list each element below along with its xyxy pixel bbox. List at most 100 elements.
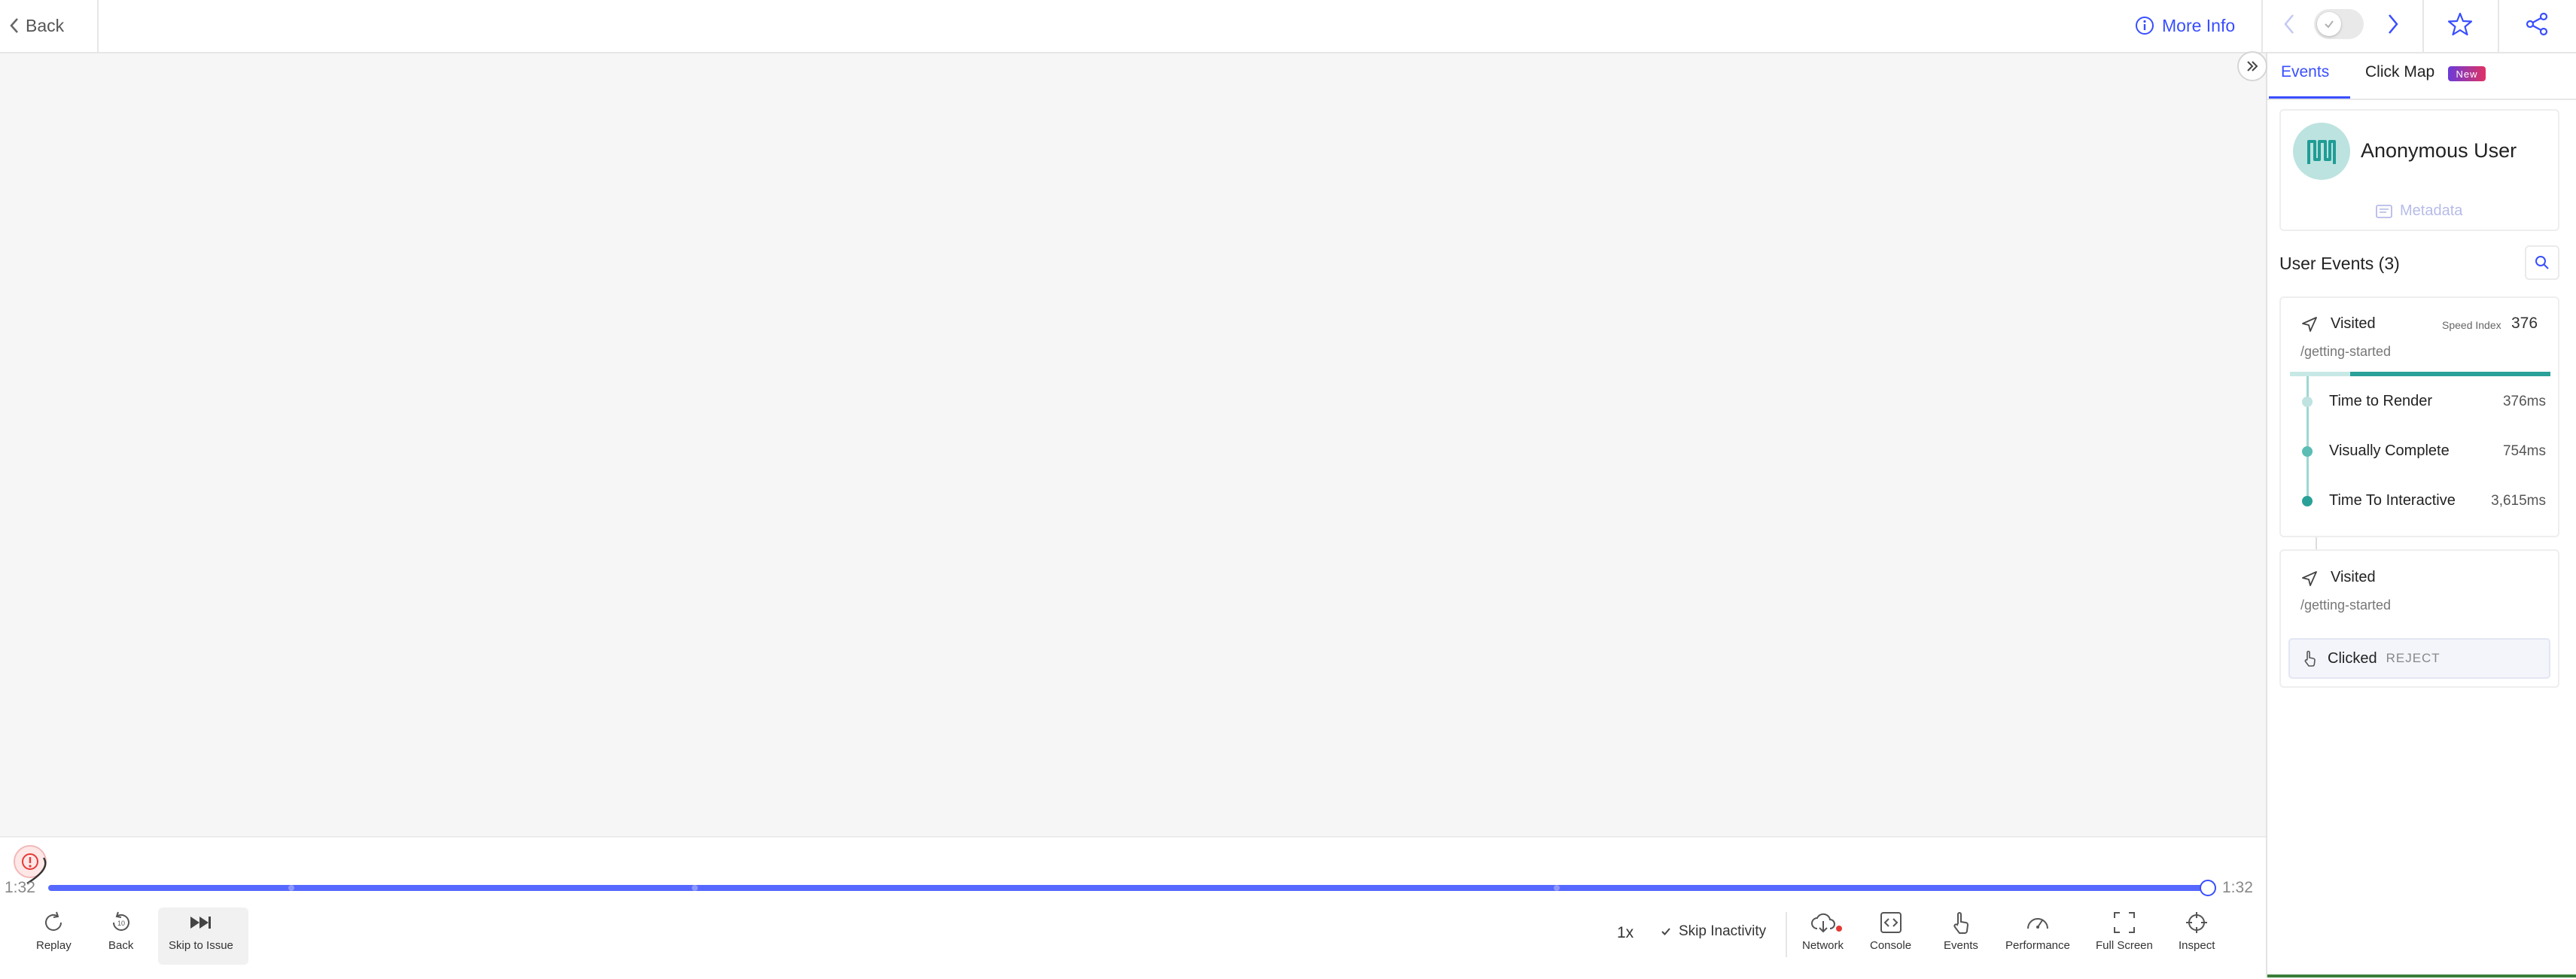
event-type: Clicked — [2328, 649, 2377, 667]
metadata-label: Metadata — [2400, 202, 2463, 219]
chevron-left-icon — [9, 17, 20, 34]
network-error-dot — [1835, 926, 1842, 932]
console-button[interactable]: Console — [1870, 911, 1911, 952]
search-events-button[interactable] — [2525, 245, 2559, 280]
more-info-label: More Info — [2162, 15, 2236, 35]
prev-session-button[interactable] — [2279, 11, 2299, 38]
inspect-label: Inspect — [2179, 939, 2215, 952]
share-button[interactable] — [2523, 11, 2550, 38]
user-events-title: User Events (3) — [2279, 254, 2400, 273]
search-icon — [2535, 256, 2549, 269]
pointer-hand-icon — [2304, 650, 2316, 667]
check-icon — [2317, 12, 2341, 36]
event-path: /getting-started — [2300, 597, 2392, 613]
user-name: Anonymous User — [2361, 139, 2517, 162]
tab-events[interactable]: Events — [2281, 63, 2329, 81]
network-label: Network — [1802, 939, 1844, 952]
click-event-row[interactable]: Clicked REJECT — [2288, 638, 2550, 679]
timeline-event-tick[interactable] — [1554, 885, 1560, 891]
divider — [2422, 0, 2424, 52]
replay-label: Replay — [36, 939, 72, 952]
full-screen-label: Full Screen — [2096, 939, 2153, 952]
metric-label: Time To Interactive — [2329, 492, 2456, 509]
metric-dot — [2302, 397, 2313, 407]
click-target: REJECT — [2386, 651, 2441, 665]
rewind-label: Back — [108, 939, 134, 952]
share-icon — [2526, 12, 2548, 36]
fullscreen-icon — [2113, 912, 2135, 933]
metric-label: Time to Render — [2329, 393, 2433, 409]
check-icon — [1661, 928, 1670, 935]
metrics-timeline-line — [2307, 376, 2309, 503]
divider — [1786, 912, 1787, 957]
skip-to-issue-label: Skip to Issue — [169, 939, 233, 952]
user-avatar-icon — [2307, 140, 2336, 164]
performance-button[interactable]: Performance — [2005, 911, 2070, 952]
bookmark-button[interactable] — [2447, 11, 2474, 38]
speed-index-label: Speed Index — [2442, 319, 2501, 331]
collapse-panel-button[interactable] — [2237, 51, 2267, 81]
event-path: /getting-started — [2300, 344, 2392, 359]
total-time: 1:32 — [2222, 879, 2253, 896]
metric-value: 376ms — [2502, 394, 2546, 409]
navigation-arrow-icon — [2302, 571, 2317, 586]
tab-click-map[interactable]: Click Map — [2365, 63, 2434, 81]
rewind-button[interactable]: 10 Back — [108, 911, 133, 952]
replay-icon — [45, 911, 62, 931]
events-label: Events — [1944, 939, 1978, 952]
avatar — [2293, 123, 2350, 180]
autoplay-toggle[interactable] — [2314, 9, 2364, 39]
pointer-hand-icon — [1953, 912, 1969, 934]
skip-inactivity-label: Skip Inactivity — [1679, 923, 1767, 939]
metric-value: 754ms — [2502, 443, 2546, 459]
more-info-button[interactable]: More Info — [2135, 11, 2235, 41]
timeline-scrubber-handle[interactable] — [2200, 880, 2216, 896]
divider — [2498, 0, 2499, 52]
console-label: Console — [1870, 939, 1912, 952]
events-button[interactable]: Events — [1944, 911, 1978, 952]
event-connector — [2316, 537, 2317, 549]
rewind-10-icon: 10 — [112, 911, 129, 931]
gauge-icon — [2026, 918, 2048, 929]
chevron-left-icon — [2284, 14, 2294, 34]
speed-index-value: 376 — [2511, 315, 2538, 332]
skip-inactivity-toggle[interactable]: Skip Inactivity — [1661, 923, 1766, 940]
next-session-button[interactable] — [2383, 11, 2403, 38]
session-player-viewport[interactable] — [0, 53, 2266, 836]
full-screen-button[interactable]: Full Screen — [2096, 911, 2153, 952]
star-icon — [2447, 12, 2473, 36]
timeline-event-tick[interactable] — [288, 885, 294, 891]
info-icon — [2135, 16, 2154, 35]
timeline-event-tick[interactable] — [692, 885, 698, 891]
network-button[interactable]: Network — [1802, 911, 1844, 952]
performance-label: Performance — [2005, 939, 2070, 952]
navigation-arrow-icon — [2302, 317, 2317, 332]
chevron-right-icon — [2389, 14, 2398, 34]
back-button[interactable]: Back — [9, 11, 64, 41]
metadata-button[interactable]: Metadata — [2376, 202, 2462, 220]
replay-button[interactable]: Replay — [36, 911, 72, 952]
metric-label: Visually Complete — [2329, 442, 2450, 459]
divider — [2261, 0, 2263, 52]
cloud-download-icon — [1810, 913, 1835, 933]
timeline-track[interactable] — [48, 885, 2209, 891]
divider — [97, 0, 99, 52]
list-icon — [2376, 204, 2392, 218]
metric-dot — [2302, 446, 2313, 457]
code-icon — [1880, 912, 1902, 933]
skip-to-issue-button[interactable]: Skip to Issue — [169, 911, 233, 952]
metric-dot — [2302, 496, 2313, 506]
playback-speed-button[interactable]: 1x — [1617, 924, 1634, 942]
divider — [2267, 99, 2576, 100]
inspect-button[interactable]: Inspect — [2179, 911, 2215, 952]
new-badge: New — [2448, 66, 2486, 81]
performance-bar-fill — [2350, 372, 2550, 376]
back-label: Back — [26, 15, 65, 35]
event-type: Visited — [2331, 569, 2376, 585]
divider — [2266, 52, 2267, 977]
event-type: Visited — [2331, 315, 2376, 332]
svg-text:10: 10 — [117, 920, 125, 927]
player-controls-area — [0, 836, 2266, 979]
metric-value: 3,615ms — [2491, 493, 2546, 509]
double-chevron-right-icon — [2247, 61, 2258, 71]
